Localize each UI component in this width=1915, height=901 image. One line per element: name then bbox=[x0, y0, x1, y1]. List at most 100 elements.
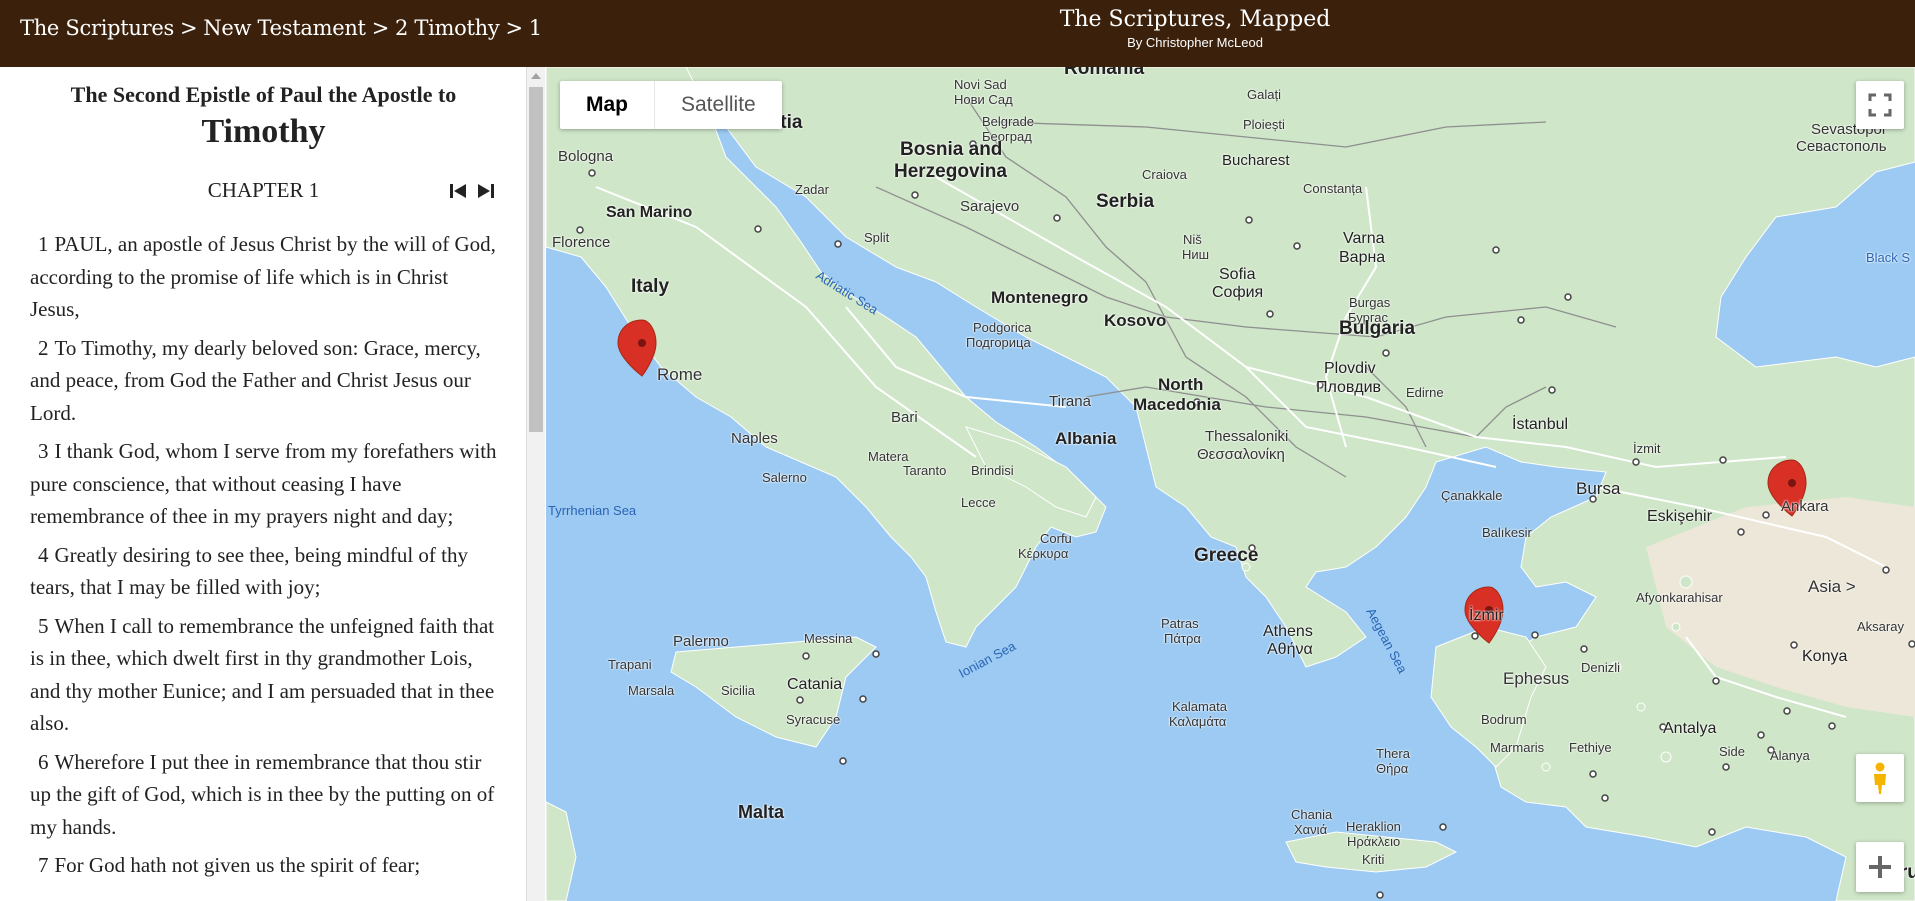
breadcrumb-scriptures[interactable]: The Scriptures bbox=[20, 16, 174, 40]
map-label-black-sea: Black S bbox=[1866, 250, 1911, 265]
verse-number: 1 bbox=[38, 232, 49, 256]
map-label-naples: Naples bbox=[731, 430, 778, 447]
site-title: The Scriptures, Mapped bbox=[1059, 7, 1331, 32]
breadcrumb-separator: > bbox=[505, 16, 523, 40]
map-type-control: Map Satellite bbox=[560, 81, 782, 129]
map-label-craiova: Craiova bbox=[1142, 167, 1187, 182]
verse-text: To Timothy, my dearly beloved son: Grace… bbox=[30, 335, 481, 425]
verse: 7 For God hath not given us the spirit of… bbox=[30, 849, 500, 882]
land-sicily bbox=[670, 636, 877, 748]
plus-icon bbox=[1869, 856, 1891, 878]
pegman-icon bbox=[1874, 762, 1886, 794]
zoom-in-button[interactable] bbox=[1856, 842, 1904, 892]
map-label-alanya: Alanya bbox=[1770, 748, 1810, 763]
map-label-side: Side bbox=[1719, 744, 1746, 759]
previous-chapter-button[interactable] bbox=[449, 181, 467, 201]
map-label-greece: Greece bbox=[1194, 545, 1259, 566]
pin-label-ephesus[interactable]: Ephesus bbox=[1503, 669, 1569, 689]
map-label-bari: Bari bbox=[891, 409, 918, 426]
verse-number: 5 bbox=[38, 613, 49, 638]
verse-text: PAUL, an apostle of Jesus Christ by the … bbox=[30, 232, 496, 321]
site-byline: By Christopher McLeod bbox=[1127, 35, 1263, 50]
breadcrumb-separator: > bbox=[180, 16, 198, 40]
map-label-afyon: Afyonkarahisar bbox=[1636, 590, 1723, 605]
next-chapter-button[interactable] bbox=[477, 181, 495, 201]
map-label-konya: Konya bbox=[1802, 648, 1848, 665]
skip-previous-icon bbox=[450, 184, 466, 198]
breadcrumb-new-testament[interactable]: New Testament bbox=[203, 16, 366, 40]
map-label-denizli: Denizli bbox=[1581, 660, 1621, 675]
verse: 1 PAUL, an apostle of Jesus Christ by the… bbox=[30, 228, 500, 326]
verse: 5 When I call to remembrance the unfeigne… bbox=[30, 610, 500, 740]
street-view-pegman-button[interactable] bbox=[1856, 754, 1904, 802]
map-label-eskisehir: Eskişehir bbox=[1647, 508, 1712, 525]
map-type-satellite-button[interactable]: Satellite bbox=[655, 81, 782, 129]
fullscreen-icon bbox=[1868, 93, 1892, 117]
map-label-bodrum: Bodrum bbox=[1481, 712, 1527, 727]
map-label-sarajevo: Sarajevo bbox=[960, 198, 1020, 215]
map-label-split: Split bbox=[864, 230, 890, 245]
verse: 2 To Timothy, my dearly beloved son: Grac… bbox=[30, 332, 500, 430]
map-label-corfu-gr: Κέρκυρα bbox=[1018, 546, 1069, 561]
map-label-burgas: Burgas bbox=[1349, 295, 1391, 310]
scripture-content: The Second Epistle of Paul the Apostle t… bbox=[0, 67, 527, 901]
fullscreen-button[interactable] bbox=[1856, 81, 1904, 129]
map-label-sicilia: Sicilia bbox=[721, 683, 755, 698]
map-label-heraklion: Heraklion bbox=[1346, 819, 1401, 834]
map-label-romania: Romania bbox=[1064, 67, 1145, 79]
map-label-fethiye: Fethiye bbox=[1569, 740, 1612, 755]
map-label-izmit: İzmit bbox=[1633, 441, 1661, 456]
pin-label-asia[interactable]: Asia > bbox=[1808, 577, 1856, 597]
map-label-edirne: Edirne bbox=[1406, 385, 1444, 400]
verse: 6 Wherefore I put thee in remembrance tha… bbox=[30, 746, 500, 844]
map-label-sevastopol-cyr: Севастополь bbox=[1796, 138, 1887, 155]
verse-text: When I call to remembrance the unfeigned… bbox=[30, 613, 495, 736]
verse-number: 3 bbox=[38, 439, 49, 463]
map-label-sofia: Sofia bbox=[1219, 266, 1256, 283]
map-label-zadar: Zadar bbox=[795, 182, 829, 197]
map-label-kalamata: Kalamata bbox=[1172, 699, 1227, 714]
breadcrumb-separator: > bbox=[371, 16, 390, 40]
map-label-montenegro: Montenegro bbox=[991, 288, 1089, 307]
map-label-catania: Catania bbox=[787, 676, 843, 693]
map-label-ankara: Ankara bbox=[1781, 498, 1829, 515]
map-label-marsala: Marsala bbox=[628, 683, 675, 698]
breadcrumb-book[interactable]: 2 Timothy bbox=[395, 16, 500, 40]
map-label-ploiesti: Ploiești bbox=[1243, 117, 1285, 132]
scroll-up-arrow-icon[interactable] bbox=[531, 73, 541, 79]
map-label-florence: Florence bbox=[552, 234, 611, 251]
scripture-scrollbar[interactable] bbox=[527, 67, 545, 901]
pin-label-rome[interactable]: Rome bbox=[657, 365, 702, 385]
map-label-kriti: Kriti bbox=[1362, 852, 1385, 867]
map-pin-rome[interactable] bbox=[617, 319, 657, 377]
map-label-corfu: Corfu bbox=[1040, 531, 1072, 546]
verse-text: Wherefore I put thee in remembrance that… bbox=[30, 749, 495, 839]
map-label-constanta: Constanța bbox=[1303, 181, 1363, 196]
map-label-nis-cyr: Ниш bbox=[1182, 247, 1210, 262]
map-label-albania: Albania bbox=[1055, 429, 1117, 448]
header-bar: The Scriptures > New Testament >2 Timothy >1… bbox=[0, 0, 1915, 67]
map-label-antalya: Antalya bbox=[1663, 720, 1717, 737]
map-label-heraklion-gr: Ηράκλειο bbox=[1347, 834, 1401, 849]
map-label-istanbul: İstanbul bbox=[1512, 416, 1569, 433]
map-label-san-marino: San Marino bbox=[606, 204, 693, 221]
map-label-chania: Chania bbox=[1291, 807, 1333, 822]
scrollbar-thumb[interactable] bbox=[529, 87, 543, 432]
map-label-podgorica: Podgorica bbox=[973, 320, 1032, 335]
map-label-italy: Italy bbox=[631, 276, 670, 297]
map-label-macedonia: Macedonia bbox=[1133, 395, 1221, 414]
breadcrumb-chapter: 1 bbox=[528, 16, 542, 40]
map-view[interactable]: Romania Novi Sad Нови Сад Belgrade Беогр… bbox=[546, 67, 1915, 901]
map-label-bosnia: Bosnia and bbox=[900, 139, 1003, 160]
verse-number: 6 bbox=[38, 749, 49, 774]
app-root: The Scriptures > New Testament >2 Timothy >1… bbox=[0, 0, 1915, 901]
verse-number: 2 bbox=[38, 335, 49, 360]
map-label-belgrade: Belgrade bbox=[982, 114, 1035, 129]
map-label-thessaloniki-gr: Θεσσαλονίκη bbox=[1197, 446, 1285, 463]
map-label-athens: Athens bbox=[1263, 623, 1313, 640]
map-label-bologna: Bologna bbox=[558, 148, 614, 165]
map-label-trapani: Trapani bbox=[608, 657, 652, 672]
map-type-map-button[interactable]: Map bbox=[560, 81, 655, 129]
map-label-serbia: Serbia bbox=[1096, 191, 1155, 212]
map-label-north: North bbox=[1158, 375, 1204, 394]
